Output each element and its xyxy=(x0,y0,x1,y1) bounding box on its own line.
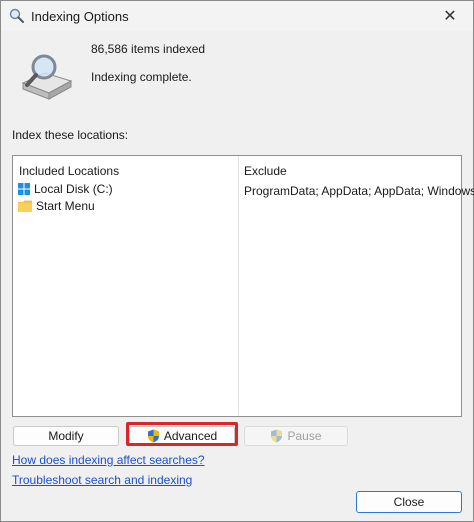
advanced-label: Advanced xyxy=(163,429,218,443)
how-indexing-affects-searches-link[interactable]: How does indexing affect searches? xyxy=(12,453,205,467)
title-bar: Indexing Options ✕ xyxy=(1,1,473,31)
items-indexed-count: 86,586 items indexed xyxy=(91,42,206,56)
column-divider xyxy=(238,156,239,416)
troubleshoot-search-link[interactable]: Troubleshoot search and indexing xyxy=(12,473,192,487)
index-locations-label: Index these locations: xyxy=(12,128,129,142)
modify-button[interactable]: Modify xyxy=(13,426,119,446)
exclude-header[interactable]: Exclude xyxy=(244,164,287,178)
indexing-options-window: Indexing Options ✕ 86,586 items indexed … xyxy=(0,0,474,522)
advanced-button[interactable]: Advanced xyxy=(129,426,235,446)
included-locations-header[interactable]: Included Locations xyxy=(19,164,119,178)
close-button[interactable]: Close xyxy=(356,491,462,513)
location-label: Local Disk (C:) xyxy=(34,182,113,196)
pause-label: Pause xyxy=(287,429,322,443)
location-label: Start Menu xyxy=(36,199,95,213)
exclude-value: ProgramData; AppData; AppData; Windows xyxy=(244,184,474,198)
windows-drive-icon xyxy=(18,183,30,195)
pause-button[interactable]: Pause xyxy=(244,426,348,446)
uac-shield-icon xyxy=(271,429,283,443)
uac-shield-icon xyxy=(147,429,159,443)
indexing-options-icon xyxy=(9,8,24,23)
location-row-start-menu[interactable]: Start Menu xyxy=(17,197,95,215)
hard-drive-search-icon xyxy=(21,54,73,100)
location-row-local-disk[interactable]: Local Disk (C:) xyxy=(17,180,113,198)
close-label: Close xyxy=(393,495,425,509)
window-close-button[interactable]: ✕ xyxy=(427,1,473,31)
folder-icon xyxy=(18,200,32,212)
modify-label: Modify xyxy=(48,429,84,443)
locations-list[interactable]: Included Locations Exclude Local Disk (C… xyxy=(12,155,474,417)
indexing-status: Indexing complete. xyxy=(91,70,192,84)
window-title: Indexing Options xyxy=(31,9,129,24)
